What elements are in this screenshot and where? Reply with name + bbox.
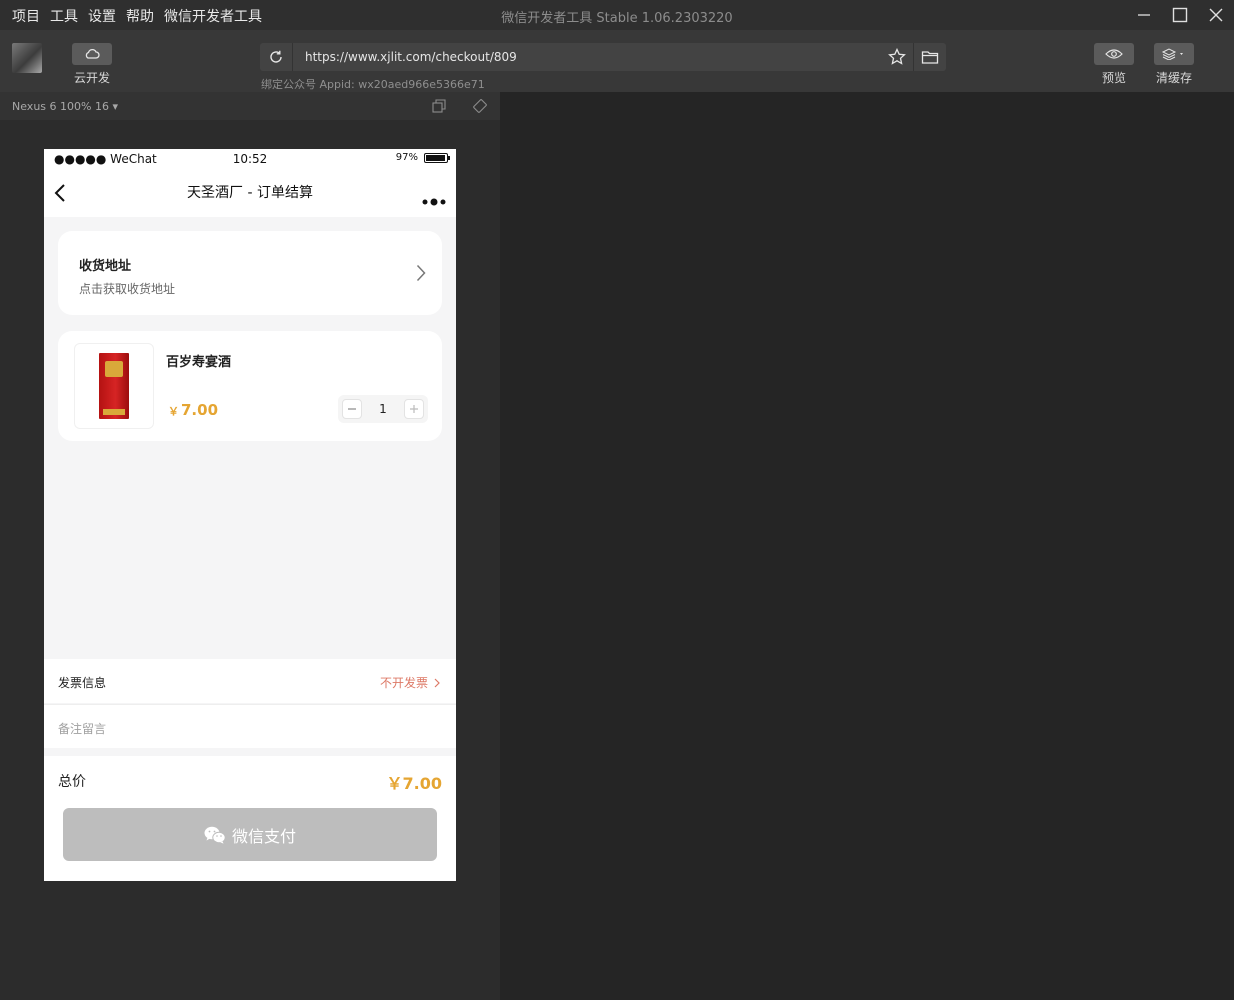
pay-button-label: 微信支付 (231, 826, 296, 846)
invoice-value: 不开发票 (380, 674, 440, 691)
star-icon[interactable] (881, 43, 913, 71)
product-price: ￥ 7.00 (168, 401, 218, 419)
phone-screen: ●●●●● WeChat 10:52 97% 天圣酒厂 - 订单结算 收货地址 … (44, 149, 456, 881)
editor-area (500, 92, 1234, 1000)
eye-icon (1094, 43, 1134, 65)
quantity-value: 1 (379, 402, 387, 416)
folder-icon[interactable] (914, 43, 946, 71)
nav-bar: 天圣酒厂 - 订单结算 (44, 169, 456, 217)
menu-devtools[interactable]: 微信开发者工具 (164, 6, 262, 26)
minimize-icon[interactable] (1126, 0, 1162, 30)
invoice-label: 发票信息 (58, 676, 107, 690)
menu-help[interactable]: 帮助 (126, 6, 154, 26)
rotate-icon[interactable] (473, 99, 487, 116)
layers-icon (1154, 43, 1194, 65)
wechat-icon (204, 826, 226, 844)
simulator-bar: Nexus 6 100% 16 ▾ (0, 92, 500, 120)
device-selector[interactable]: Nexus 6 100% 16 ▾ (12, 100, 118, 113)
address-card[interactable]: 收货地址 点击获取收货地址 (58, 231, 442, 315)
plus-icon[interactable] (403, 399, 424, 419)
page-title: 天圣酒厂 - 订单结算 (187, 185, 313, 201)
quantity-stepper: 1 (338, 395, 428, 423)
goods-card: 百岁寿宴酒 ￥ 7.00 1 (58, 331, 442, 441)
battery-icon (424, 152, 450, 163)
title-bar: 项目 工具 设置 帮助 微信开发者工具 微信开发者工具 Stable 1.06.… (0, 0, 1234, 30)
avatar[interactable] (12, 43, 42, 73)
cloud-dev-label: 云开发 (73, 71, 110, 85)
product-image[interactable] (74, 343, 154, 429)
product-name: 百岁寿宴酒 (166, 355, 232, 370)
window-controls (1126, 0, 1234, 30)
preview-label: 预览 (1101, 71, 1126, 85)
cloud-icon (72, 43, 112, 65)
address-hint: 点击获取收货地址 (79, 282, 176, 296)
invoice-value-text: 不开发票 (379, 676, 428, 690)
wechat-pay-button[interactable]: 微信支付 (63, 808, 437, 861)
cloud-dev-button[interactable]: 云开发 (72, 43, 112, 86)
currency-symbol: ￥ (168, 405, 179, 418)
more-icon[interactable] (422, 191, 446, 210)
remark-field[interactable]: 备注留言 (44, 704, 456, 748)
battery-fill (426, 154, 446, 161)
chevron-right-icon (416, 264, 426, 286)
menu-project[interactable]: 项目 (12, 6, 40, 26)
toolbar: 云开发 https://www.xjlit.com/checkout/809 绑… (0, 30, 1234, 92)
total-value: ￥7.00 (386, 774, 442, 793)
menu-bar: 项目 工具 设置 帮助 微信开发者工具 (12, 6, 272, 26)
maximize-icon[interactable] (1162, 0, 1198, 30)
status-bar: ●●●●● WeChat 10:52 97% (44, 149, 456, 169)
minus-icon[interactable] (342, 399, 362, 419)
popout-icon[interactable] (432, 99, 446, 116)
total-label: 总价 (58, 774, 86, 790)
price-value: 7.00 (181, 401, 219, 419)
refresh-icon[interactable] (260, 43, 292, 71)
close-icon[interactable] (1198, 0, 1234, 30)
battery-percent: 97% (395, 152, 418, 163)
menu-tools[interactable]: 工具 (50, 6, 78, 26)
preview-button[interactable]: 预览 (1094, 43, 1134, 86)
clock: 10:52 (232, 152, 268, 166)
chevron-right-icon (434, 678, 440, 687)
menu-settings[interactable]: 设置 (88, 6, 116, 26)
clear-cache-label: 清缓存 (1155, 71, 1192, 85)
url-input[interactable]: https://www.xjlit.com/checkout/809 (293, 50, 881, 64)
invoice-row[interactable]: 发票信息 不开发票 (44, 659, 456, 703)
checkout-footer: 总价 ￥7.00 微信支付 (44, 756, 456, 881)
address-bar: https://www.xjlit.com/checkout/809 (260, 43, 946, 71)
clear-cache-button[interactable]: 清缓存 (1154, 43, 1194, 86)
battery-group: 97% (395, 152, 450, 163)
appid-label: 绑定公众号 Appid: wx20aed966e5366e71 (261, 78, 485, 91)
address-title: 收货地址 (79, 259, 132, 274)
remark-placeholder: 备注留言 (58, 722, 107, 736)
